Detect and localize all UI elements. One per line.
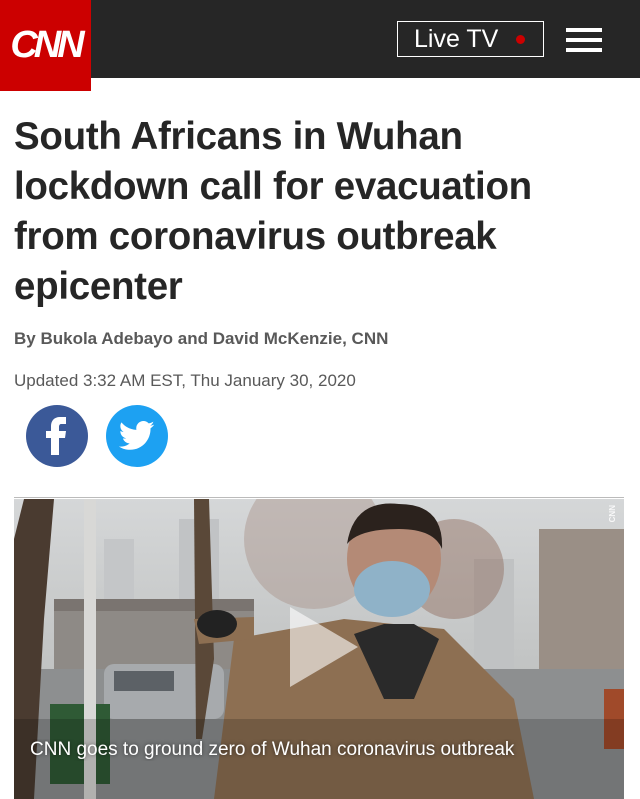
video-player[interactable]: CNN CNN goes to ground zero of Wuhan cor… [14,499,624,799]
play-icon[interactable] [290,607,358,687]
hamburger-menu-icon[interactable] [566,28,602,54]
article-updated-timestamp: Updated 3:32 AM EST, Thu January 30, 202… [14,371,356,390]
top-navigation-bar: CNN Live TV [0,0,640,91]
article-byline: By Bukola Adebayo and David McKenzie, CN… [14,329,389,348]
live-tv-button[interactable]: Live TV [397,21,544,57]
cnn-logo[interactable]: CNN [0,0,91,91]
menu-line [566,28,602,32]
twitter-share-button[interactable] [106,405,168,467]
live-dot-icon [516,34,526,44]
facebook-icon [46,417,66,455]
divider [14,497,624,498]
menu-line [566,48,602,52]
live-tv-label: Live TV [414,24,499,53]
facebook-share-button[interactable] [26,405,88,467]
cnn-watermark: CNN [608,505,617,523]
video-caption[interactable]: CNN goes to ground zero of Wuhan coronav… [30,739,610,761]
article-headline: South Africans in Wuhan lockdown call fo… [14,115,532,308]
cnn-logo-text: CNN [10,24,84,66]
twitter-icon [119,421,155,450]
menu-line [566,38,602,42]
